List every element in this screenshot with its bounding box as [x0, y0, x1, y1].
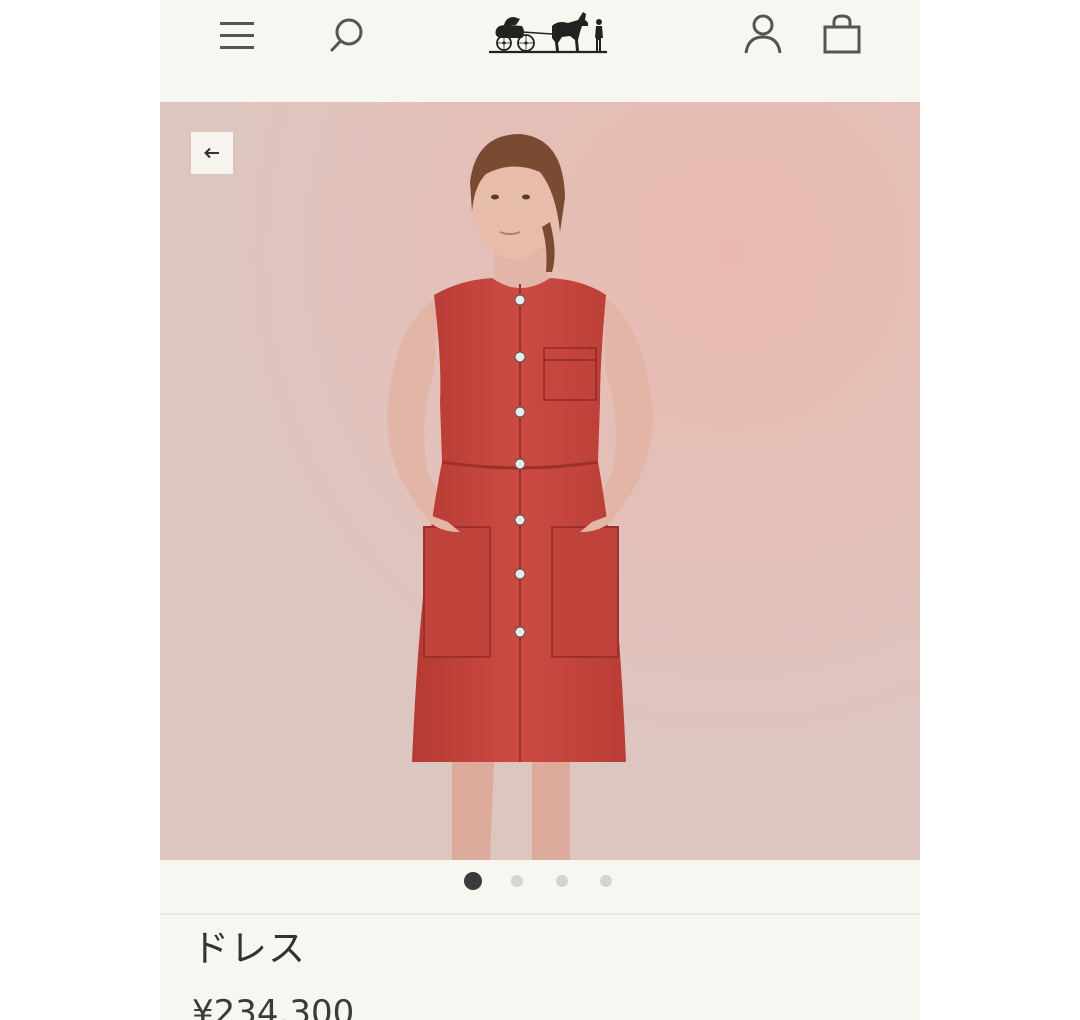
product-title: ドレス — [192, 927, 306, 970]
divider — [160, 913, 920, 915]
arrow-left-icon — [204, 147, 219, 159]
carousel-pagination — [160, 868, 920, 896]
product-photo — [160, 102, 920, 860]
account-button[interactable] — [743, 13, 783, 55]
carousel-dot-1[interactable] — [464, 872, 482, 890]
carousel-dot-4[interactable] — [600, 875, 612, 887]
horse-carriage-logo — [489, 12, 607, 54]
top-navigation-bar — [160, 0, 920, 102]
menu-button[interactable] — [218, 18, 258, 52]
shopping-bag-button[interactable] — [822, 13, 862, 55]
search-button[interactable] — [328, 15, 368, 55]
brand-logo[interactable] — [486, 8, 612, 56]
account-icon — [744, 14, 782, 54]
back-button[interactable] — [191, 132, 233, 174]
product-image-carousel[interactable] — [160, 102, 920, 860]
product-price: ¥234,300 — [192, 993, 355, 1020]
carousel-dot-3[interactable] — [556, 875, 568, 887]
hamburger-menu-icon — [220, 22, 254, 49]
search-icon — [330, 18, 363, 52]
shopping-bag-icon — [823, 14, 861, 54]
carousel-dot-2[interactable] — [511, 875, 523, 887]
product-page: ドレス ¥234,300 — [160, 0, 920, 1020]
